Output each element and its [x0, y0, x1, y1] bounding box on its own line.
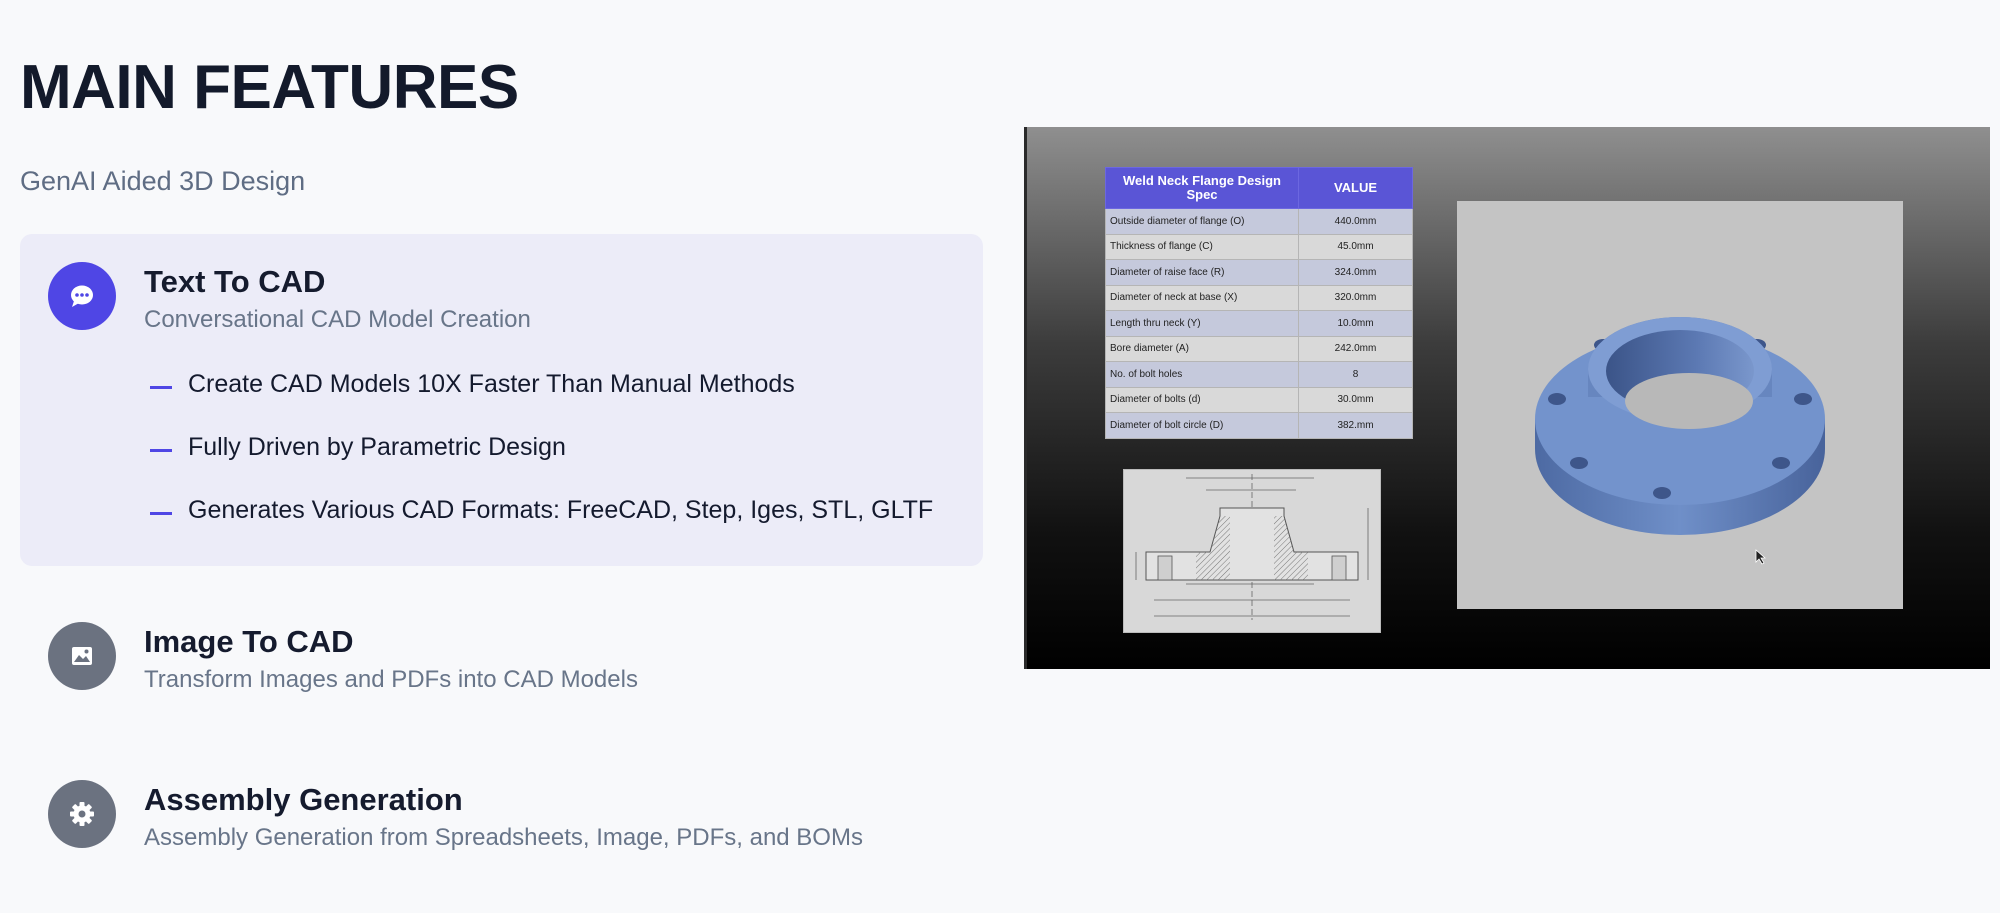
image-icon: [48, 622, 116, 690]
spec-value: 10.0mm: [1298, 310, 1413, 337]
gear-icon: [48, 780, 116, 848]
feature-bullet: Fully Driven by Parametric Design: [150, 433, 933, 496]
feature-description: Transform Images and PDFs into CAD Model…: [144, 666, 638, 693]
table-row: Diameter of raise face (R) 324.0mm: [1105, 259, 1413, 286]
spec-value: 382.mm: [1298, 412, 1413, 439]
flange-cross-section-drawing: [1123, 469, 1381, 633]
feature-card-image-to-cad[interactable]: Image To CAD Transform Images and PDFs i…: [20, 594, 983, 724]
mouse-cursor-icon: [1755, 549, 1767, 565]
spec-param: Outside diameter of flange (O): [1105, 208, 1299, 235]
feature-card-assembly-generation[interactable]: Assembly Generation Assembly Generation …: [20, 752, 983, 882]
feature-title: Text To CAD: [144, 264, 326, 299]
page-subtitle: GenAI Aided 3D Design: [20, 166, 306, 196]
bullet-text: Create CAD Models 10X Faster Than Manual…: [188, 370, 795, 398]
feature-title: Image To CAD: [144, 624, 354, 659]
feature-bullet: Create CAD Models 10X Faster Than Manual…: [150, 370, 933, 433]
dash-icon: [150, 512, 172, 515]
spec-param: Bore diameter (A): [1105, 335, 1299, 362]
feature-card-text-to-cad[interactable]: Text To CAD Conversational CAD Model Cre…: [20, 234, 983, 566]
spec-param: Diameter of bolt circle (D): [1105, 412, 1299, 439]
feature-title: Assembly Generation: [144, 782, 463, 817]
flange-3d-render: [1457, 201, 1903, 609]
spec-value: 45.0mm: [1298, 233, 1413, 260]
spec-param: Length thru neck (Y): [1105, 310, 1299, 337]
spec-param: Diameter of bolts (d): [1105, 386, 1299, 413]
table-row: Bore diameter (A) 242.0mm: [1105, 335, 1413, 362]
table-row: No. of bolt holes 8: [1105, 361, 1413, 388]
spec-param: Diameter of neck at base (X): [1105, 284, 1299, 311]
feature-description: Assembly Generation from Spreadsheets, I…: [144, 824, 863, 851]
spec-table-header-value: VALUE: [1298, 167, 1413, 209]
bullet-text: Fully Driven by Parametric Design: [188, 433, 566, 461]
feature-bullet: Generates Various CAD Formats: FreeCAD, …: [150, 496, 933, 559]
table-row: Length thru neck (Y) 10.0mm: [1105, 310, 1413, 337]
spec-table: Weld Neck Flange Design Spec VALUE Outsi…: [1105, 167, 1413, 439]
spec-value: 8: [1298, 361, 1413, 388]
table-row: Outside diameter of flange (O) 440.0mm: [1105, 208, 1413, 235]
table-row: Diameter of neck at base (X) 320.0mm: [1105, 284, 1413, 311]
dash-icon: [150, 449, 172, 452]
spec-value: 242.0mm: [1298, 335, 1413, 362]
table-row: Thickness of flange (C) 45.0mm: [1105, 233, 1413, 260]
spec-value: 320.0mm: [1298, 284, 1413, 311]
spec-value: 30.0mm: [1298, 386, 1413, 413]
spec-value: 324.0mm: [1298, 259, 1413, 286]
spec-value: 440.0mm: [1298, 208, 1413, 235]
feature-bullet-list: Create CAD Models 10X Faster Than Manual…: [150, 370, 933, 559]
bullet-text: Generates Various CAD Formats: FreeCAD, …: [188, 496, 934, 524]
spec-table-header-param: Weld Neck Flange Design Spec: [1105, 167, 1299, 209]
page-title: MAIN FEATURES: [20, 53, 519, 122]
table-row: Diameter of bolt circle (D) 382.mm: [1105, 412, 1413, 439]
table-row: Diameter of bolts (d) 30.0mm: [1105, 386, 1413, 413]
spec-param: Diameter of raise face (R): [1105, 259, 1299, 286]
feature-demo-media[interactable]: Weld Neck Flange Design Spec VALUE Outsi…: [1024, 127, 1990, 669]
spec-param: No. of bolt holes: [1105, 361, 1299, 388]
spec-param: Thickness of flange (C): [1105, 233, 1299, 260]
feature-description: Conversational CAD Model Creation: [144, 306, 531, 333]
chat-bubble-icon: [48, 262, 116, 330]
dash-icon: [150, 386, 172, 389]
